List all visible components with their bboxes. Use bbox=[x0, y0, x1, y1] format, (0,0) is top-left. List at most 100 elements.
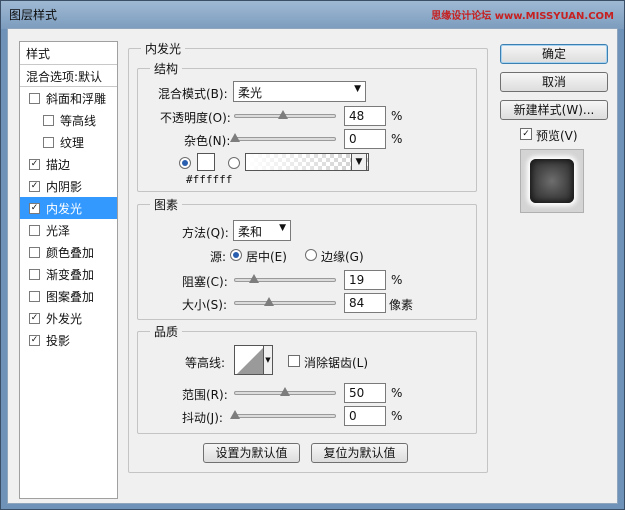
style-checkbox[interactable] bbox=[43, 137, 54, 148]
jitter-slider-thumb[interactable] bbox=[230, 410, 240, 419]
color-radio[interactable] bbox=[179, 157, 191, 169]
opacity-slider[interactable] bbox=[234, 110, 336, 119]
style-checkbox[interactable] bbox=[29, 269, 40, 280]
style-list-item-label: 外发光 bbox=[46, 312, 83, 326]
style-checkbox[interactable]: ✓ bbox=[29, 335, 40, 346]
watermark: 思缘设计论坛 www.MISSYUAN.COM bbox=[431, 11, 614, 22]
inner-glow-group: 内发光 结构 混合模式(B): 柔光 ▼ 不透明度(O): 48 % 杂色(N)… bbox=[128, 40, 488, 473]
style-list-item[interactable]: 图案叠加 bbox=[20, 285, 117, 307]
source-edge-radio[interactable] bbox=[305, 249, 317, 261]
style-list-item-label: 投影 bbox=[46, 334, 71, 348]
layer-style-dialog: 图层样式 思缘设计论坛 www.MISSYUAN.COM 样式 混合选项:默认 … bbox=[0, 0, 625, 510]
blend-mode-label: 混合模式(B): bbox=[158, 87, 228, 101]
style-list-item[interactable]: ✓ 描边 bbox=[20, 153, 117, 175]
title-bar[interactable]: 图层样式 思缘设计论坛 www.MISSYUAN.COM bbox=[1, 1, 624, 29]
source-center-radio[interactable] bbox=[230, 249, 242, 261]
style-checkbox[interactable]: ✓ bbox=[29, 181, 40, 192]
style-list-item-label: 图案叠加 bbox=[46, 290, 95, 304]
style-list-item[interactable]: 等高线 bbox=[20, 109, 117, 131]
style-checkbox[interactable]: ✓ bbox=[29, 313, 40, 324]
style-list-item-label: 内阴影 bbox=[46, 180, 83, 194]
noise-slider[interactable] bbox=[230, 133, 336, 142]
range-input[interactable]: 50 bbox=[344, 383, 386, 403]
make-default-button[interactable]: 设置为默认值 bbox=[203, 443, 300, 463]
source-center-label[interactable]: 居中(E) bbox=[246, 248, 287, 265]
style-list-item[interactable]: ✓ 外发光 bbox=[20, 307, 117, 329]
gradient-radio[interactable] bbox=[228, 157, 240, 169]
jitter-label: 抖动(J): bbox=[182, 411, 223, 425]
opacity-label: 不透明度(O): bbox=[160, 111, 231, 125]
style-checkbox[interactable]: ✓ bbox=[29, 159, 40, 170]
range-slider[interactable] bbox=[234, 387, 336, 396]
preview-checkbox[interactable]: ✓ bbox=[520, 128, 532, 140]
jitter-unit: % bbox=[391, 409, 403, 423]
style-preview-thumbnail bbox=[530, 159, 574, 203]
style-list-item[interactable]: 颜色叠加 bbox=[20, 241, 117, 263]
style-preview bbox=[520, 149, 584, 213]
style-checkbox[interactable] bbox=[43, 115, 54, 126]
style-list-item-label: 斜面和浮雕 bbox=[46, 92, 107, 106]
antialias-label[interactable]: 消除锯齿(L) bbox=[304, 354, 368, 371]
contour-picker-button[interactable]: ▼ bbox=[264, 345, 273, 375]
jitter-slider[interactable] bbox=[230, 410, 336, 419]
new-style-button[interactable]: 新建样式(W)... bbox=[500, 100, 608, 120]
dialog-client: 样式 混合选项:默认 斜面和浮雕 等高线 纹理 ✓ 描边 ✓ 内阴影 ✓ 内发光 光泽 颜色叠加 渐变… bbox=[7, 28, 618, 504]
technique-label: 方法(Q): bbox=[182, 226, 229, 240]
technique-select[interactable]: 柔和 ▼ bbox=[233, 220, 291, 241]
style-list-item-label: 纹理 bbox=[60, 136, 85, 150]
chevron-down-icon: ▼ bbox=[279, 223, 286, 233]
panel-title: 内发光 bbox=[141, 40, 186, 57]
chevron-down-icon: ▼ bbox=[355, 157, 363, 167]
choke-slider-thumb[interactable] bbox=[249, 274, 259, 283]
choke-unit: % bbox=[391, 273, 403, 287]
preview-label[interactable]: 预览(V) bbox=[536, 127, 578, 144]
antialias-checkbox[interactable] bbox=[288, 355, 300, 367]
blend-options-item[interactable]: 混合选项:默认 bbox=[20, 65, 117, 87]
inner-glow-panel: 内发光 结构 混合模式(B): 柔光 ▼ 不透明度(O): 48 % 杂色(N)… bbox=[128, 40, 496, 496]
noise-slider-thumb[interactable] bbox=[230, 133, 240, 142]
choke-label: 阻塞(C): bbox=[182, 275, 228, 289]
style-checkbox[interactable] bbox=[29, 247, 40, 258]
source-edge-label[interactable]: 边缘(G) bbox=[321, 248, 364, 265]
cancel-button[interactable]: 取消 bbox=[500, 72, 608, 92]
size-input[interactable]: 84 bbox=[344, 293, 386, 313]
elements-title: 图素 bbox=[150, 196, 183, 213]
noise-input[interactable]: 0 bbox=[344, 129, 386, 149]
style-list-item[interactable]: ✓ 投影 bbox=[20, 329, 117, 351]
style-list-item-label: 渐变叠加 bbox=[46, 268, 95, 282]
style-list-item-label: 描边 bbox=[46, 158, 71, 172]
window-title: 图层样式 bbox=[9, 8, 58, 22]
gradient-picker-button[interactable]: ▼ bbox=[351, 153, 367, 171]
style-checkbox[interactable] bbox=[29, 93, 40, 104]
style-list-item[interactable]: ✓ 内发光 bbox=[20, 197, 117, 219]
choke-input[interactable]: 19 bbox=[344, 270, 386, 290]
style-list-item[interactable]: ✓ 内阴影 bbox=[20, 175, 117, 197]
blend-mode-select[interactable]: 柔光 ▼ bbox=[233, 81, 366, 102]
contour-preview-icon[interactable] bbox=[234, 345, 264, 375]
style-list-item-label: 光泽 bbox=[46, 224, 71, 238]
size-slider[interactable] bbox=[234, 297, 336, 306]
style-checkbox[interactable] bbox=[29, 225, 40, 236]
style-list-item[interactable]: 纹理 bbox=[20, 131, 117, 153]
structure-group: 结构 混合模式(B): 柔光 ▼ 不透明度(O): 48 % 杂色(N): 0 … bbox=[137, 60, 477, 192]
style-list-item-label: 等高线 bbox=[60, 114, 97, 128]
reset-default-button[interactable]: 复位为默认值 bbox=[311, 443, 408, 463]
quality-title: 品质 bbox=[150, 323, 183, 340]
opacity-input[interactable]: 48 bbox=[344, 106, 386, 126]
opacity-slider-thumb[interactable] bbox=[278, 110, 288, 119]
style-checkbox[interactable] bbox=[29, 291, 40, 302]
range-slider-thumb[interactable] bbox=[280, 387, 290, 396]
style-list-item[interactable]: 光泽 bbox=[20, 219, 117, 241]
size-slider-thumb[interactable] bbox=[264, 297, 274, 306]
style-checkbox[interactable]: ✓ bbox=[29, 203, 40, 214]
style-list-header[interactable]: 样式 bbox=[20, 42, 117, 65]
ok-button[interactable]: 确定 bbox=[500, 44, 608, 64]
glow-color-swatch[interactable] bbox=[197, 153, 215, 171]
quality-group: 品质 等高线: ▼ 消除锯齿(L) 范围(R): 50 % 抖动(J): 0 % bbox=[137, 323, 477, 434]
technique-value: 柔和 bbox=[238, 225, 263, 239]
jitter-input[interactable]: 0 bbox=[344, 406, 386, 426]
style-list-item[interactable]: 斜面和浮雕 bbox=[20, 87, 117, 109]
choke-slider[interactable] bbox=[234, 274, 336, 283]
style-list-item[interactable]: 渐变叠加 bbox=[20, 263, 117, 285]
structure-title: 结构 bbox=[150, 60, 183, 77]
